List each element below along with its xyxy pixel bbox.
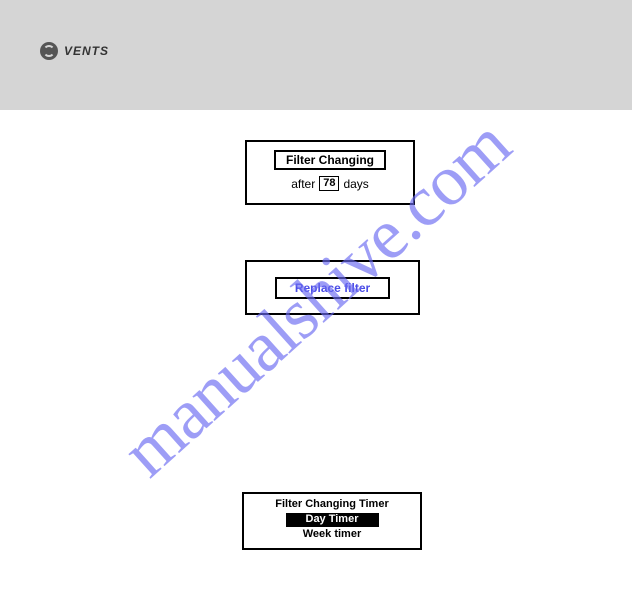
header-band: VENTS: [0, 0, 632, 110]
logo: VENTS: [40, 42, 109, 60]
menu-item-day-timer-selected[interactable]: Day Timer: [286, 513, 379, 527]
vents-logo-icon: [40, 42, 58, 60]
logo-text: VENTS: [64, 44, 109, 58]
days-suffix: days: [343, 177, 368, 191]
replace-filter-button[interactable]: Replace filter: [275, 277, 390, 299]
menu-item-filter-timer[interactable]: Filter Changing Timer: [244, 498, 420, 512]
replace-filter-panel: Replace filter: [245, 260, 420, 315]
after-label: after: [291, 177, 315, 191]
days-row: after 78 days: [255, 176, 405, 191]
days-value-box[interactable]: 78: [319, 176, 339, 191]
filter-changing-panel: Filter Changing after 78 days: [245, 140, 415, 205]
timer-menu-panel: Filter Changing Timer Day Timer Week tim…: [242, 492, 422, 550]
menu-item-week-timer[interactable]: Week timer: [244, 528, 420, 542]
content-area: Filter Changing after 78 days Replace fi…: [0, 110, 632, 596]
filter-changing-button[interactable]: Filter Changing: [274, 150, 386, 170]
